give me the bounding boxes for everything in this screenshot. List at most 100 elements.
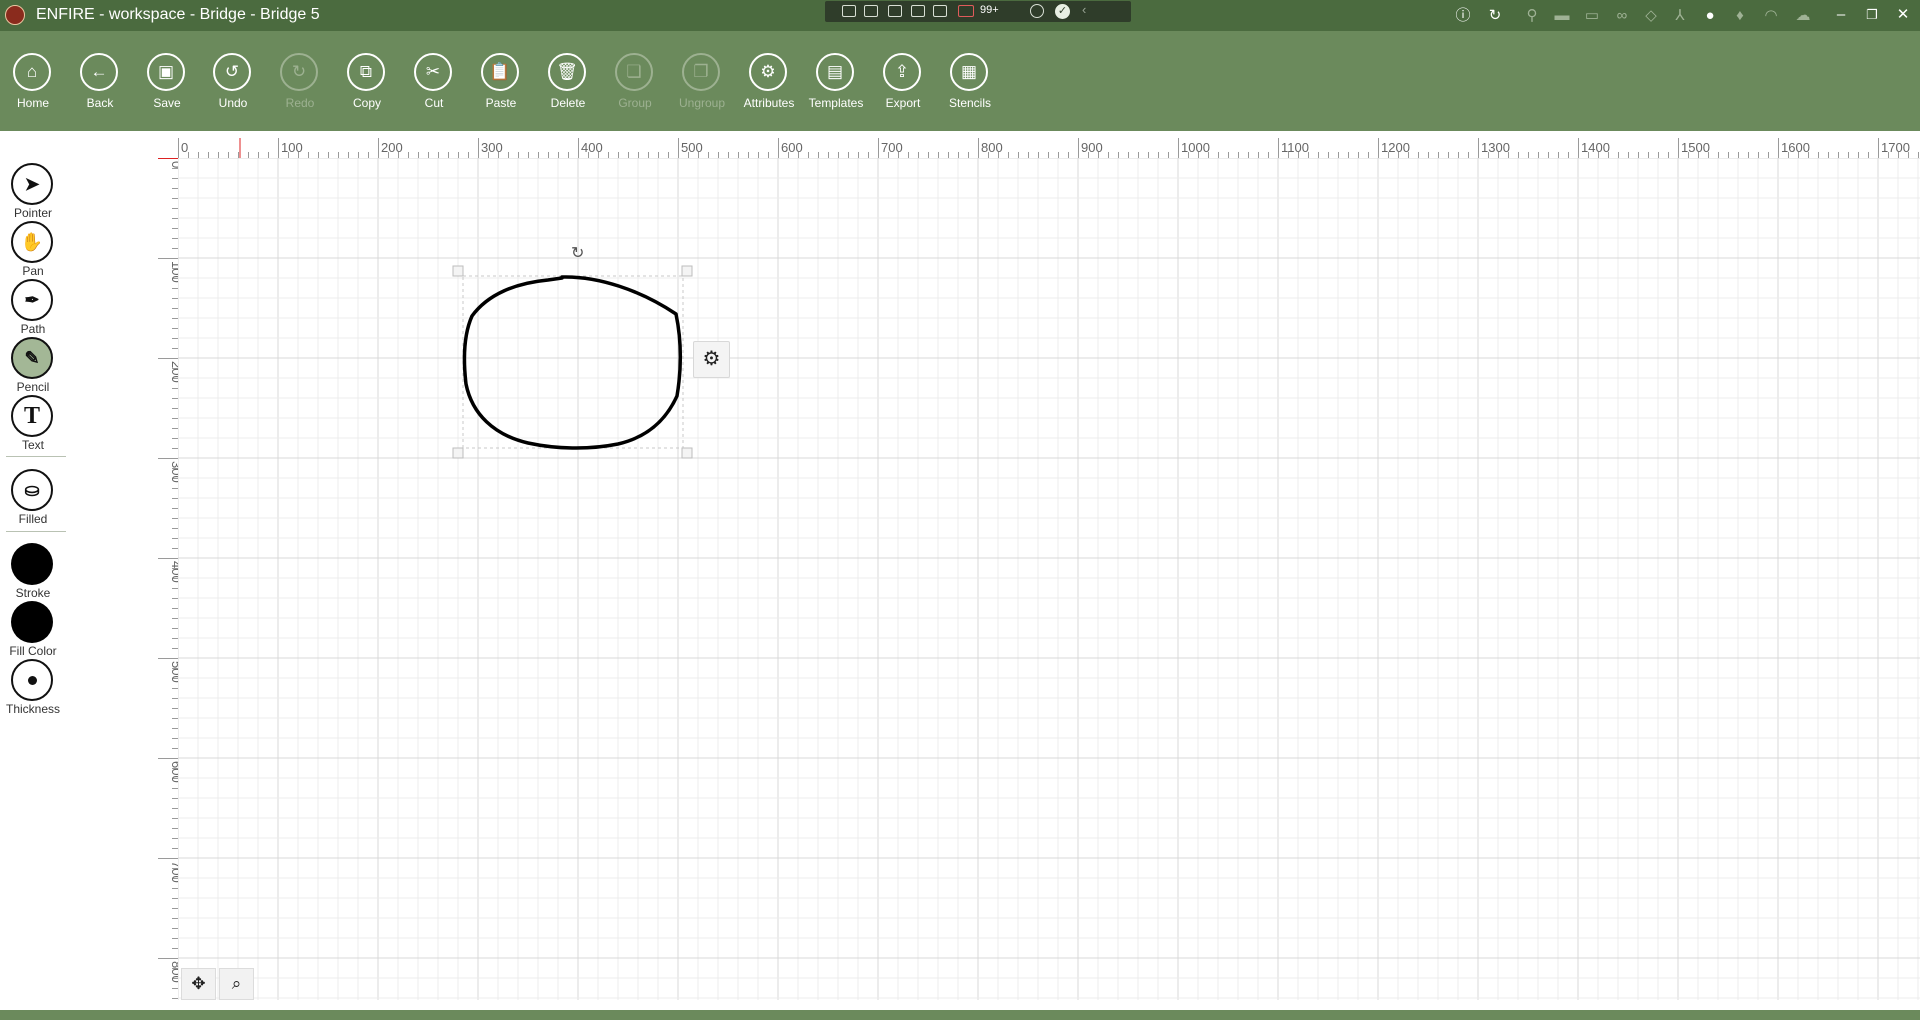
info-icon[interactable]: ⓘ (1453, 6, 1473, 26)
pointer-screen-icon[interactable] (888, 5, 902, 17)
stencils-label: Stencils (948, 96, 992, 110)
tool-sidebar: ➤ Pointer ✋ Pan ✒ Path ✎ Pencil T Text ⛀… (0, 131, 66, 1010)
delete-button[interactable]: 🗑 Delete (537, 53, 599, 123)
ruler-top-label: 100 (281, 140, 303, 155)
copy-button[interactable]: ⧉ Copy (336, 53, 398, 123)
ruler-top-label: 1700 (1881, 140, 1910, 155)
stencils-button[interactable]: ▦ Stencils (939, 53, 1001, 123)
notification-count[interactable]: 99+ (980, 4, 999, 16)
cloud-icon[interactable]: ☁ (1793, 6, 1813, 26)
check-icon[interactable]: ✓ (1055, 4, 1070, 19)
ruler-top-label: 600 (781, 140, 803, 155)
shape-settings-gear-icon[interactable]: ⚙ (693, 341, 730, 378)
move-crosshair-icon[interactable]: ✥ (181, 968, 216, 1000)
thickness-picker[interactable]: Thickness (0, 659, 66, 716)
resize-handle-bottom-right[interactable] (681, 447, 693, 459)
delete-icon: 🗑 (548, 53, 586, 91)
paste-button[interactable]: 📋 Paste (470, 53, 532, 123)
region-icon[interactable] (933, 5, 947, 17)
close-button[interactable]: ✕ (1892, 5, 1914, 25)
video-icon[interactable]: ▭ (1582, 6, 1602, 26)
stroke-color-picker[interactable]: Stroke (0, 543, 66, 600)
ungroup-button[interactable]: ❐ Ungroup (671, 53, 733, 123)
pan-label: Pan (22, 264, 44, 278)
group-button[interactable]: ❏ Group (604, 53, 666, 123)
ruler-top-label: 300 (481, 140, 503, 155)
cube-icon[interactable]: ◇ (1641, 6, 1661, 26)
ungroup-icon: ❐ (682, 53, 720, 91)
text-label: Text (21, 438, 44, 452)
paint-bucket-icon: ⛀ (11, 469, 53, 511)
pan-tool[interactable]: ✋ Pan (0, 221, 66, 278)
sidebar-divider (6, 531, 66, 532)
refresh-icon[interactable]: ↻ (1485, 6, 1505, 26)
path-label: Path (20, 322, 46, 336)
chevron-left-icon[interactable]: ‹ (1082, 2, 1086, 17)
zoom-search-icon[interactable]: ⌕ (219, 968, 254, 1000)
restore-button[interactable]: ❐ (1861, 5, 1883, 25)
copy-icon: ⧉ (347, 53, 385, 91)
record-icon[interactable] (864, 5, 878, 17)
resize-handle-top-right[interactable] (681, 265, 693, 277)
templates-button[interactable]: ▤ Templates (805, 53, 867, 123)
filled-label: Filled (18, 512, 48, 526)
ruler-top-label: 500 (681, 140, 703, 155)
stroke-label: Stroke (15, 586, 51, 600)
camera-icon[interactable]: ▬ (1552, 6, 1572, 26)
app-logo-icon (5, 5, 25, 25)
ruler-left-label: 800 (169, 961, 178, 983)
export-button[interactable]: ⇪ Export (872, 53, 934, 123)
resize-handle-top-left[interactable] (452, 265, 464, 277)
horizontal-ruler: 0 100 200 300 400 500 600 700 800 900 1000 1100 1200… (178, 138, 1920, 158)
ruler-top-label: 700 (881, 140, 903, 155)
ruler-top-label: 0 (181, 140, 188, 155)
minimize-button[interactable]: – (1830, 5, 1852, 25)
export-icon: ⇪ (883, 53, 921, 91)
microphone-icon[interactable]: ♦ (1730, 6, 1750, 26)
ruler-left-label: 0 (169, 161, 178, 168)
canvas-grid (178, 158, 1920, 1000)
undo-button[interactable]: ↺ Undo (202, 53, 264, 123)
satellite-icon[interactable]: ⚲ (1522, 6, 1542, 26)
back-button[interactable]: ← Back (69, 53, 131, 123)
screen-share-icon[interactable] (842, 5, 856, 17)
ruler-left-label: 500 (169, 661, 178, 683)
pointer-label: Pointer (13, 206, 53, 220)
pencil-tool[interactable]: ✎ Pencil (0, 337, 66, 394)
fill-swatch (11, 601, 53, 643)
vertical-ruler: 0 100 200 300 400 500 600 700 800 (158, 158, 178, 999)
redo-button[interactable]: ↻ Redo (269, 53, 331, 123)
home-button[interactable]: ⌂ Home (2, 53, 64, 123)
rotate-handle-icon[interactable]: ↻ (571, 243, 584, 262)
attributes-button[interactable]: ⚙ Attributes (738, 53, 800, 123)
ruler-left-label: 400 (169, 561, 178, 583)
save-button[interactable]: ▣ Save (136, 53, 198, 123)
window-icon[interactable] (911, 5, 925, 17)
path-tool[interactable]: ✒ Path (0, 279, 66, 336)
alert-icon[interactable] (958, 5, 974, 17)
drawing-canvas[interactable]: ↻ (178, 158, 1920, 1000)
ruler-top-label: 1400 (1581, 140, 1610, 155)
ruler-top-label: 200 (381, 140, 403, 155)
pencil-icon: ✎ (11, 337, 53, 379)
antenna-icon[interactable]: ◠ (1761, 6, 1781, 26)
home-icon: ⌂ (13, 53, 51, 91)
cut-button[interactable]: ✂ Cut (403, 53, 465, 123)
text-tool[interactable]: T Text (0, 395, 66, 452)
selection-box (462, 275, 684, 449)
ruler-left-label: 100 (169, 261, 178, 283)
pointer-tool[interactable]: ➤ Pointer (0, 163, 66, 220)
ruler-left-label: 600 (169, 761, 178, 783)
axis-icon[interactable]: ⅄ (1670, 6, 1690, 26)
pencil-stroke[interactable] (462, 275, 682, 450)
accessibility-icon[interactable] (1030, 4, 1044, 18)
binoculars-icon[interactable]: ∞ (1612, 6, 1632, 26)
filled-toggle[interactable]: ⛀ Filled (0, 469, 66, 526)
fill-color-picker[interactable]: Fill Color (0, 601, 66, 658)
status-tray: 99+ ✓ ‹ (825, 1, 1131, 22)
ruler-left-label: 200 (169, 361, 178, 383)
redo-icon: ↻ (280, 53, 318, 91)
ruler-top-label: 800 (981, 140, 1003, 155)
people-icon[interactable]: ● (1700, 6, 1720, 26)
resize-handle-bottom-left[interactable] (452, 447, 464, 459)
